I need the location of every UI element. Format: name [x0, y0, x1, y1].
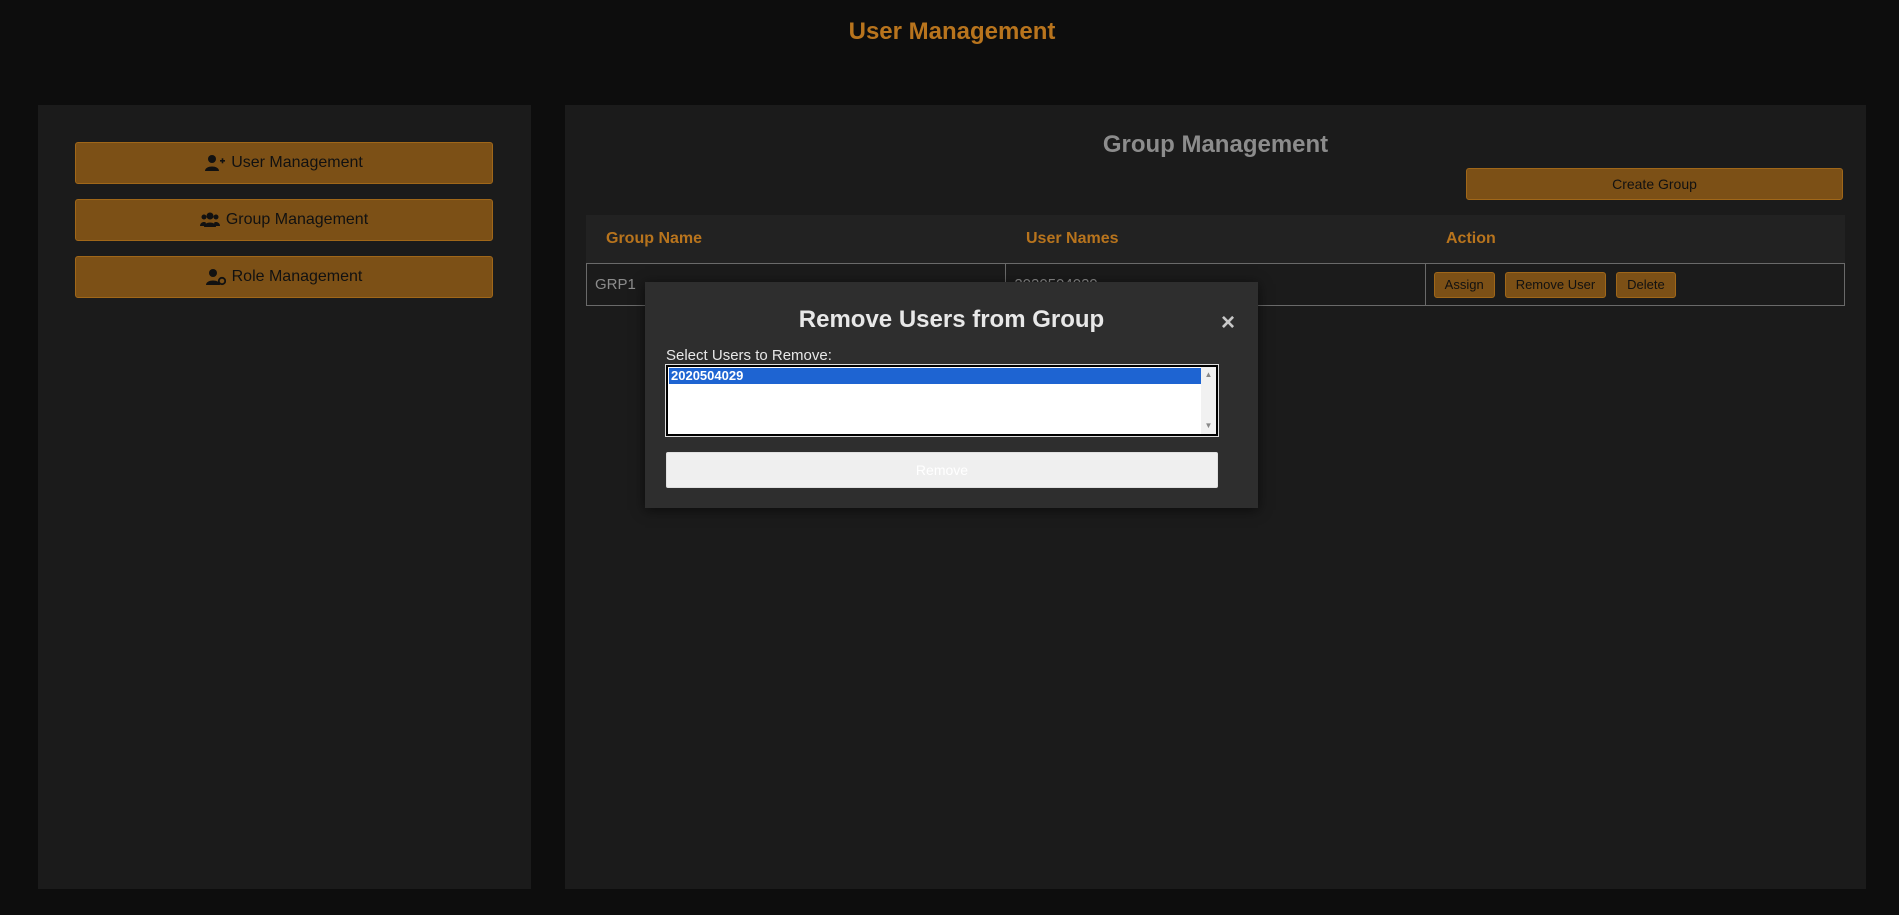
sidebar-item-user-management[interactable]: User Management: [75, 142, 493, 184]
users-icon: [199, 212, 220, 227]
remove-user-button[interactable]: Remove User: [1504, 271, 1607, 298]
delete-button[interactable]: Delete: [1616, 271, 1676, 298]
remove-button[interactable]: Remove: [666, 452, 1218, 488]
user-plus-icon: [205, 155, 226, 171]
column-header-action: Action: [1446, 230, 1496, 247]
sidebar: User Management Group Management Role Ma…: [38, 105, 531, 889]
sidebar-item-label: Role Management: [231, 268, 363, 285]
assign-button[interactable]: Assign: [1433, 271, 1495, 298]
cell-actions: Assign Remove User Delete: [1426, 264, 1844, 305]
sidebar-item-role-management[interactable]: Role Management: [75, 256, 493, 298]
users-listbox[interactable]: 2020504029 ▲ ▼: [665, 364, 1219, 437]
page-title: Group Management: [1102, 131, 1329, 158]
table-header: Group Name User Names Action: [586, 215, 1845, 263]
close-icon[interactable]: ×: [1217, 311, 1239, 335]
column-header-user-names: User Names: [1026, 230, 1119, 247]
create-group-button[interactable]: Create Group: [1466, 168, 1843, 200]
remove-users-modal: Remove Users from Group × Select Users t…: [645, 282, 1258, 508]
select-users-label: Select Users to Remove:: [666, 347, 832, 364]
listbox-scrollbar[interactable]: ▲ ▼: [1201, 367, 1216, 434]
column-header-group-name: Group Name: [606, 230, 703, 247]
scroll-down-icon[interactable]: ▼: [1201, 420, 1216, 432]
sidebar-item-label: Group Management: [225, 211, 369, 228]
sidebar-item-label: User Management: [231, 154, 363, 171]
user-gear-icon: [205, 269, 226, 286]
sidebar-item-group-management[interactable]: Group Management: [75, 199, 493, 241]
scroll-up-icon[interactable]: ▲: [1201, 369, 1216, 381]
app-title: User Management: [848, 18, 1056, 45]
modal-title: Remove Users from Group: [798, 306, 1105, 333]
listbox-option-selected[interactable]: 2020504029: [669, 368, 1202, 384]
